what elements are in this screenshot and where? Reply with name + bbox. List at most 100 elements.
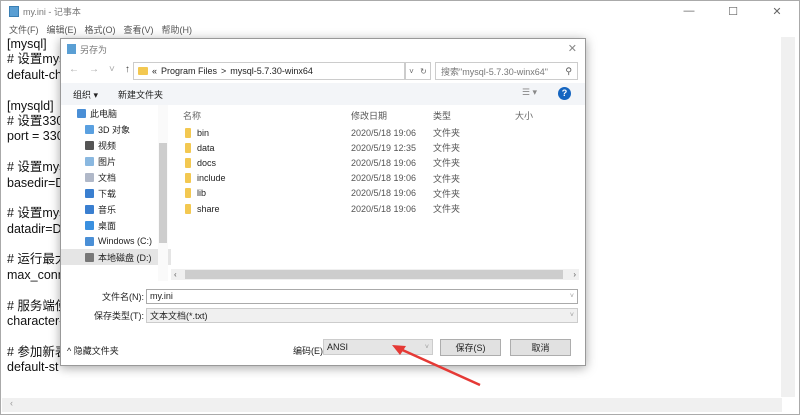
file-name: data — [197, 142, 215, 153]
nav-item[interactable]: 3D 对象 — [61, 121, 171, 137]
horizontal-scrollbar[interactable]: ‹ — [2, 398, 782, 412]
up-icon[interactable]: ↑ — [125, 64, 130, 75]
nav-item-label: 音乐 — [98, 204, 117, 215]
hide-folders-toggle[interactable]: ^ 隐藏文件夹 — [67, 344, 119, 357]
nav-item-label: 桌面 — [98, 220, 117, 231]
location-icon — [85, 172, 94, 182]
column-type[interactable]: 类型 — [433, 109, 515, 122]
file-row[interactable]: include 2020/5/18 19:06 文件夹 — [171, 171, 581, 186]
nav-item-label: 视频 — [98, 140, 117, 151]
menu-item[interactable]: 文件(F) — [9, 23, 39, 36]
view-options-icon[interactable]: ☰ ▾ — [522, 87, 537, 98]
filetype-select[interactable]: 文本文档(*.txt) ˅ — [146, 307, 578, 323]
file-row[interactable]: data 2020/5/19 12:35 文件夹 — [171, 140, 581, 155]
maximize-button[interactable]: ☐ — [711, 1, 755, 21]
file-list-hscrollbar[interactable]: ‹ › — [171, 269, 579, 280]
file-name: share — [197, 203, 220, 214]
vertical-scrollbar[interactable] — [781, 37, 795, 397]
folder-icon — [185, 173, 191, 184]
forward-icon[interactable]: → — [89, 64, 99, 75]
location-icon — [85, 156, 94, 166]
menu-item[interactable]: 帮助(H) — [162, 23, 193, 36]
save-as-dialog: 另存为 ✕ ← → ˅ ↑ « Program Files > mysql-5.7.3… — [60, 38, 586, 366]
file-date: 2020/5/18 19:06 — [351, 203, 417, 214]
nav-item[interactable]: 音乐 — [61, 201, 171, 217]
organize-button[interactable]: 组织 ▾ — [73, 88, 98, 101]
file-row[interactable]: bin 2020/5/18 19:06 文件夹 — [171, 125, 581, 140]
location-icon — [85, 220, 94, 230]
file-row[interactable]: lib 2020/5/18 19:06 文件夹 — [171, 186, 581, 201]
file-type: 文件夹 — [433, 204, 461, 215]
location-icon — [85, 140, 94, 150]
dialog-icon — [67, 44, 76, 54]
search-icon[interactable]: ⚲ — [565, 66, 572, 77]
encoding-select[interactable]: ANSI ˅ — [323, 339, 433, 355]
folder-icon — [185, 157, 191, 168]
file-list: 名称 修改日期 类型 大小 bin 2020/5/18 19:06 文件夹 data 2… — [171, 105, 581, 281]
location-icon — [85, 188, 94, 198]
filename-value: my.ini — [150, 291, 173, 301]
save-button[interactable]: 保存(S) — [440, 339, 501, 356]
folder-icon — [185, 203, 191, 214]
folder-icon — [138, 67, 148, 75]
file-name: bin — [197, 127, 210, 138]
location-icon — [85, 204, 94, 214]
file-name: docs — [197, 157, 217, 168]
menu-item[interactable]: 查看(V) — [124, 23, 154, 36]
file-type: 文件夹 — [433, 128, 461, 139]
file-date: 2020/5/18 19:06 — [351, 188, 417, 199]
nav-item[interactable]: 图片 — [61, 153, 171, 169]
address-bar[interactable]: « Program Files > mysql-5.7.30-winx64 — [133, 62, 405, 80]
breadcrumb-item[interactable]: mysql-5.7.30-winx64 — [230, 66, 313, 76]
file-date: 2020/5/18 19:06 — [351, 157, 417, 168]
hide-folders-label: 隐藏文件夹 — [73, 346, 119, 356]
nav-item[interactable]: 下载 — [61, 185, 171, 201]
back-icon[interactable]: ← — [69, 64, 79, 75]
file-type: 文件夹 — [433, 188, 461, 199]
dialog-close-button[interactable]: ✕ — [568, 42, 577, 55]
nav-item[interactable]: 桌面 — [61, 217, 171, 233]
file-date: 2020/5/18 19:06 — [351, 127, 417, 138]
nav-item[interactable]: 本地磁盘 (D:) — [61, 249, 171, 265]
nav-item-label: 文档 — [98, 172, 117, 183]
file-type: 文件夹 — [433, 158, 461, 169]
window-title: my.ini - 记事本 — [23, 6, 81, 17]
chevron-down-icon[interactable]: ˅ — [570, 293, 574, 300]
nav-item-label: Windows (C:) — [98, 236, 153, 246]
folder-icon — [185, 127, 191, 138]
minimize-button[interactable]: — — [667, 1, 711, 21]
help-icon[interactable]: ? — [558, 87, 571, 100]
search-placeholder: 搜索"mysql-5.7.30-winx64" — [441, 66, 548, 77]
cancel-button[interactable]: 取消 — [510, 339, 571, 356]
file-name: include — [197, 173, 226, 184]
chevron-down-icon: ˅ — [569, 311, 574, 319]
menu-item[interactable]: 编辑(E) — [47, 23, 77, 36]
menu-item[interactable]: 格式(O) — [85, 23, 116, 36]
file-row[interactable]: share 2020/5/18 19:06 文件夹 — [171, 201, 581, 216]
nav-item[interactable]: 文档 — [61, 169, 171, 185]
close-button[interactable]: ✕ — [755, 1, 799, 21]
column-size[interactable]: 大小 — [515, 109, 575, 122]
file-type: 文件夹 — [433, 143, 461, 154]
notepad-icon — [9, 5, 19, 17]
nav-scrollbar[interactable] — [158, 105, 168, 281]
dialog-title: 另存为 — [80, 44, 108, 55]
nav-item[interactable]: 此电脑 — [61, 105, 171, 121]
recent-chevron-icon[interactable]: ˅ — [109, 64, 115, 75]
refresh-icon[interactable]: ↻ — [420, 67, 427, 76]
navigation-pane: 此电脑 3D 对象视频图片文档下载音乐桌面 Windows (C:) 本地磁盘 (D:… — [61, 105, 171, 281]
breadcrumb-item[interactable]: Program Files — [161, 66, 217, 76]
nav-item[interactable]: 视频 — [61, 137, 171, 153]
new-folder-button[interactable]: 新建文件夹 — [118, 88, 163, 101]
chevron-down-icon[interactable]: ˅ — [409, 67, 414, 76]
encoding-value: ANSI — [327, 342, 349, 352]
nav-item[interactable]: Windows (C:) — [61, 233, 171, 249]
search-input[interactable]: 搜索"mysql-5.7.30-winx64" ⚲ — [435, 62, 578, 80]
file-row[interactable]: docs 2020/5/18 19:06 文件夹 — [171, 155, 581, 170]
file-date: 2020/5/18 19:06 — [351, 173, 417, 184]
column-name[interactable]: 名称 — [171, 109, 351, 122]
folder-icon — [185, 142, 191, 153]
menu-bar: 文件(F) 编辑(E) 格式(O) 查看(V) 帮助(H) — [1, 21, 192, 37]
column-date[interactable]: 修改日期 — [351, 109, 433, 122]
filename-input[interactable]: my.ini ˅ — [146, 288, 578, 304]
